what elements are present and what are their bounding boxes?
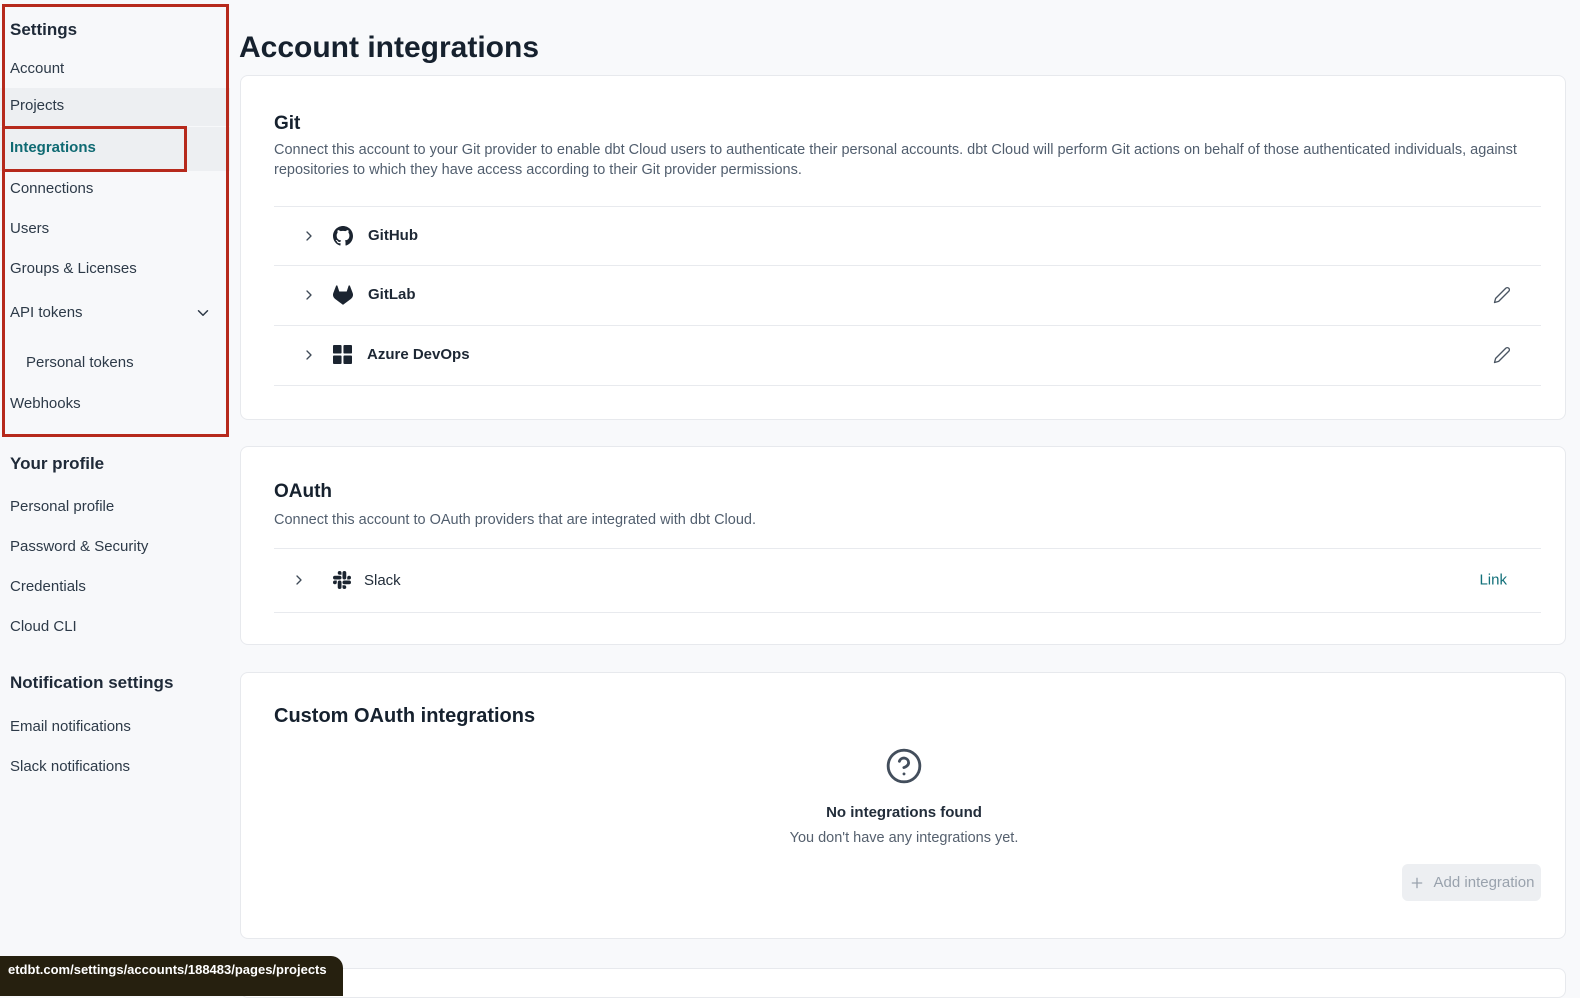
empty-state-title: No integrations found [241, 804, 1567, 821]
sidebar-item-password-security[interactable]: Password & Security [0, 529, 230, 564]
git-provider-row-github[interactable]: GitHub [241, 206, 1565, 265]
chevron-right-icon[interactable] [301, 347, 317, 363]
slack-link-button[interactable]: Link [1479, 572, 1507, 589]
edit-icon[interactable] [1493, 286, 1511, 304]
sidebar-item-email-notifications[interactable]: Email notifications [0, 709, 230, 744]
azure-devops-icon [333, 345, 352, 364]
git-provider-label: GitHub [368, 227, 418, 244]
slack-icon [333, 571, 351, 589]
sidebar-item-api-tokens[interactable]: API tokens [0, 295, 230, 330]
settings-sidebar: Settings Account Projects Integrations C… [0, 0, 230, 977]
empty-state: No integrations found You don't have any… [241, 747, 1567, 846]
sidebar-item-cloud-cli[interactable]: Cloud CLI [0, 609, 230, 644]
plus-icon [1409, 875, 1425, 891]
page-title: Account integrations [239, 31, 539, 65]
chevron-right-icon[interactable] [301, 287, 317, 303]
empty-state-subtitle: You don't have any integrations yet. [241, 830, 1567, 846]
sidebar-item-slack-notifications[interactable]: Slack notifications [0, 749, 230, 784]
edit-icon[interactable] [1493, 346, 1511, 364]
sidebar-heading-settings: Settings [10, 20, 77, 40]
sidebar-item-users[interactable]: Users [0, 211, 230, 246]
divider [274, 385, 1541, 386]
sidebar-item-connections[interactable]: Connections [0, 171, 230, 206]
git-card-title: Git [274, 113, 300, 135]
chevron-down-icon[interactable] [194, 304, 212, 322]
add-integration-button[interactable]: Add integration [1402, 864, 1541, 901]
git-provider-row-azure-devops[interactable]: Azure DevOps [241, 325, 1565, 384]
sidebar-item-api-tokens-label: API tokens [10, 304, 83, 321]
git-card-description: Connect this account to your Git provide… [274, 140, 1529, 180]
add-integration-button-label: Add integration [1434, 874, 1535, 891]
sidebar-item-groups-licenses[interactable]: Groups & Licenses [0, 251, 230, 286]
status-bar-url: etdbt.com/settings/accounts/188483/pages… [0, 956, 343, 996]
chevron-right-icon[interactable] [291, 572, 307, 588]
oauth-provider-label: Slack [364, 572, 401, 589]
oauth-card-description: Connect this account to OAuth providers … [274, 510, 1529, 530]
sidebar-item-integrations[interactable]: Integrations [0, 127, 230, 171]
sidebar-heading-notification-settings: Notification settings [10, 673, 173, 693]
chevron-right-icon[interactable] [301, 228, 317, 244]
custom-oauth-card: Custom OAuth integrations No integration… [240, 672, 1566, 939]
sidebar-item-webhooks[interactable]: Webhooks [0, 386, 230, 421]
help-circle-icon [885, 747, 923, 785]
git-provider-row-gitlab[interactable]: GitLab [241, 265, 1565, 324]
next-card-peek [240, 968, 1566, 998]
sidebar-item-projects[interactable]: Projects [0, 88, 230, 126]
divider [274, 612, 1541, 613]
oauth-card-title: OAuth [274, 481, 332, 503]
sidebar-item-credentials[interactable]: Credentials [0, 569, 230, 604]
custom-oauth-card-title: Custom OAuth integrations [274, 705, 535, 728]
gitlab-icon [333, 285, 353, 305]
oauth-row-slack[interactable]: Slack Link [241, 548, 1565, 612]
git-card: Git Connect this account to your Git pro… [240, 75, 1566, 420]
sidebar-item-personal-profile[interactable]: Personal profile [0, 489, 230, 524]
git-provider-label: GitLab [368, 286, 416, 303]
sidebar-item-personal-tokens[interactable]: Personal tokens [0, 345, 230, 380]
oauth-card: OAuth Connect this account to OAuth prov… [240, 446, 1566, 645]
git-provider-label: Azure DevOps [367, 346, 470, 363]
github-icon [333, 226, 353, 246]
sidebar-heading-your-profile: Your profile [10, 454, 104, 474]
sidebar-item-account[interactable]: Account [0, 51, 230, 86]
